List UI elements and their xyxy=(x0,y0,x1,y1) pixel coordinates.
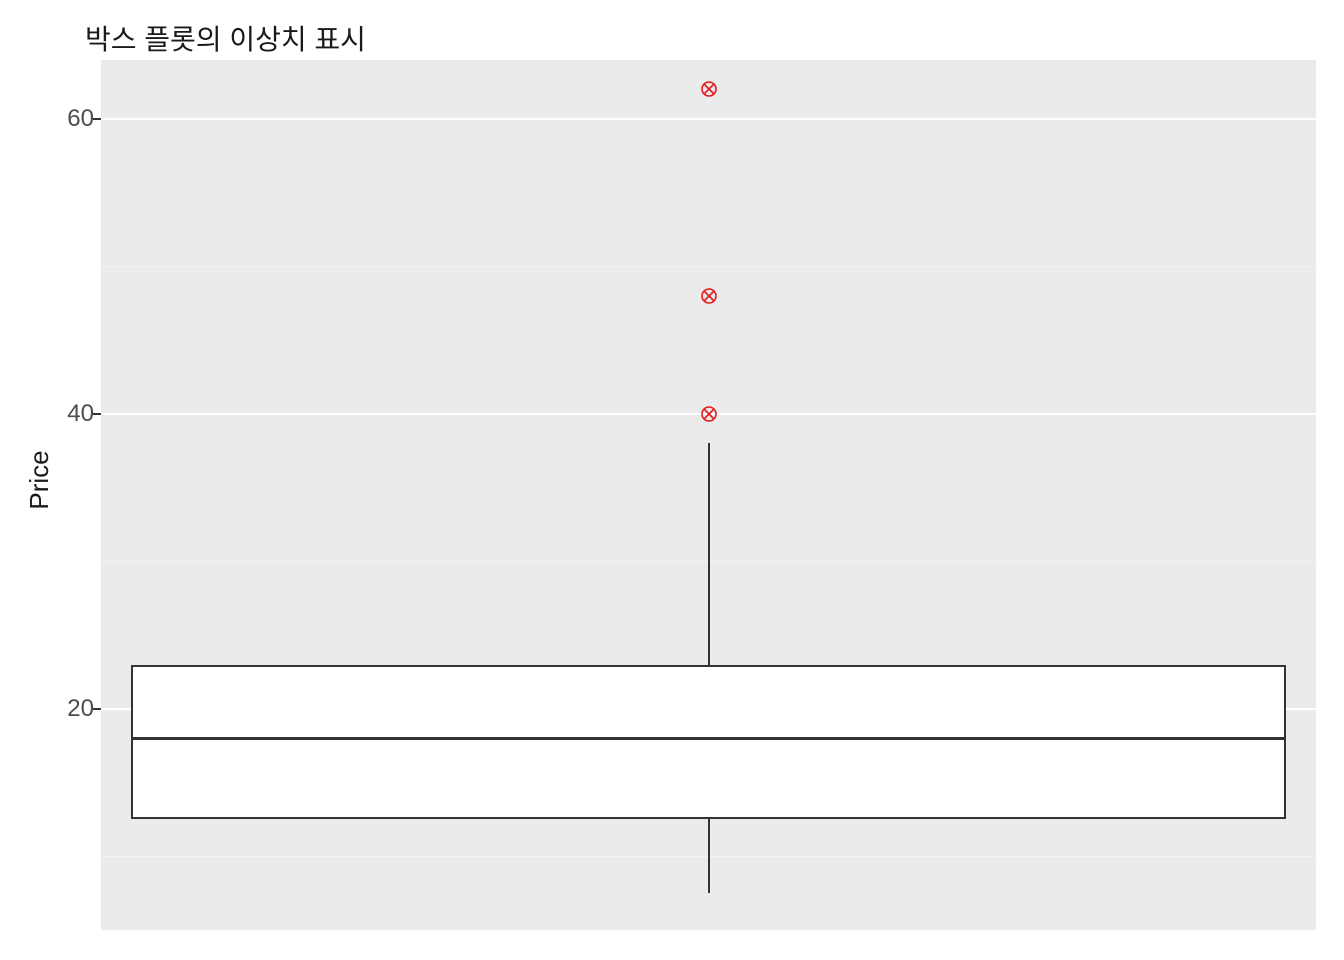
y-tick-mark xyxy=(93,708,101,710)
outlier-point xyxy=(700,80,718,98)
y-tick-label: 20 xyxy=(34,695,94,723)
y-tick-label: 40 xyxy=(34,400,94,428)
y-tick-mark xyxy=(93,118,101,120)
gridline-major xyxy=(101,118,1316,120)
upper-whisker xyxy=(708,443,710,664)
y-tick-mark xyxy=(93,413,101,415)
outlier-point xyxy=(700,405,718,423)
chart-container: 박스 플롯의 이상치 표시 Price 20 40 60 xyxy=(0,0,1344,960)
median-line xyxy=(131,737,1286,740)
box xyxy=(131,665,1286,820)
outlier-point xyxy=(700,287,718,305)
gridline-minor xyxy=(101,266,1316,267)
lower-whisker xyxy=(708,819,710,893)
y-axis-label: Price xyxy=(24,450,55,509)
y-tick-label: 60 xyxy=(34,105,94,133)
plot-panel xyxy=(101,60,1316,930)
chart-title: 박스 플롯의 이상치 표시 xyxy=(85,18,366,58)
